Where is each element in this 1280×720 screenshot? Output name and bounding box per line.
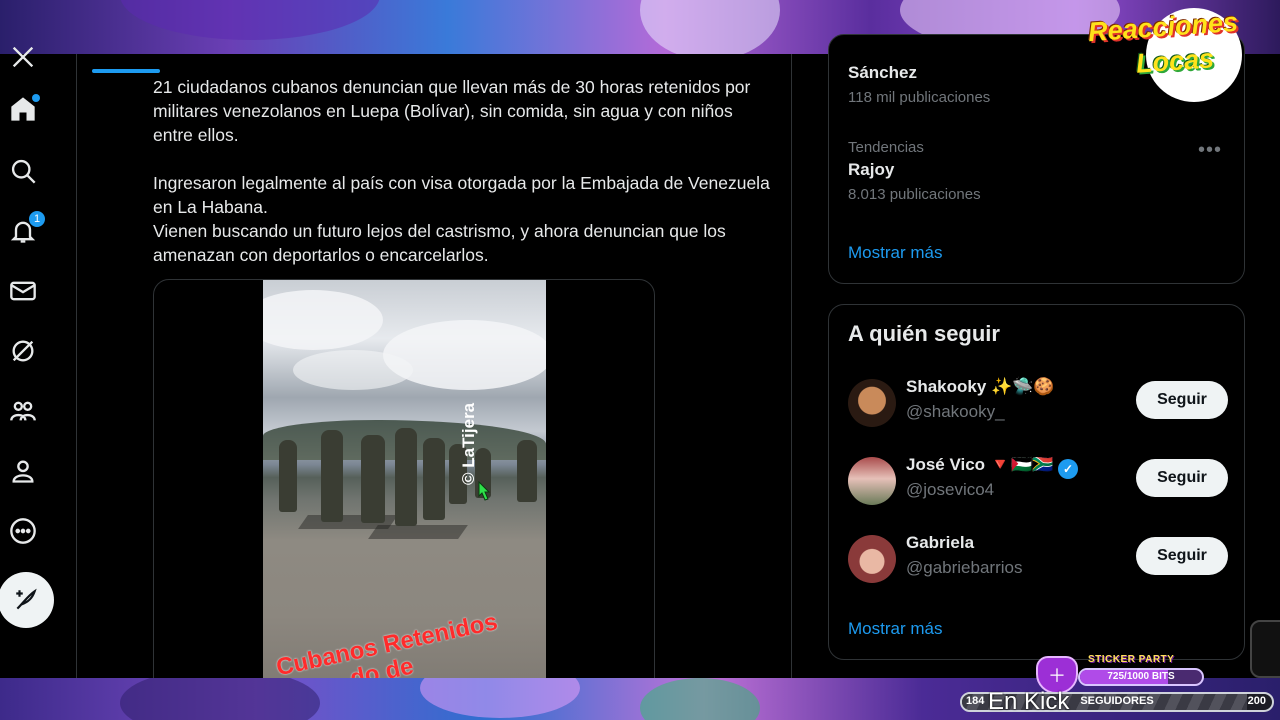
kick-text: En Kick: [988, 688, 1070, 715]
notification-badge: 1: [28, 210, 46, 228]
trend-count: 118 mil publicaciones: [848, 89, 991, 106]
follow-suggestion[interactable]: Shakooky ✨🛸🍪 @shakooky_ Seguir: [848, 377, 1228, 429]
user-handle: @josevico4: [906, 480, 995, 499]
trend-more-icon[interactable]: •••: [1198, 139, 1222, 162]
home-unread-dot: [32, 94, 40, 102]
avatar: [848, 535, 896, 583]
tweet-paragraph-2: Ingresaron legalmente al país con visa o…: [153, 173, 770, 217]
x-logo-icon[interactable]: [4, 38, 42, 76]
communities-icon[interactable]: [4, 392, 42, 430]
video-watermark: © LaTijera: [459, 402, 478, 485]
follow-button[interactable]: Seguir: [1136, 537, 1228, 575]
search-icon[interactable]: [4, 152, 42, 190]
grok-icon[interactable]: [4, 332, 42, 370]
user-name: José Vico 🔻🇵🇸🇿🇦 ✓: [906, 455, 1079, 479]
sticker-progress-text: 725/1000 BITS: [1107, 671, 1175, 682]
main-column: 21 ciudadanos cubanos denuncian que llev…: [76, 54, 792, 678]
trends-show-more-link[interactable]: Mostrar más: [848, 243, 942, 263]
verified-badge-icon: ✓: [1058, 459, 1079, 479]
who-to-follow-title: A quién seguir: [848, 321, 1000, 346]
trend-category: Tendencias: [848, 139, 924, 156]
sticker-title: STICKER PARTY: [1088, 654, 1175, 665]
user-name: Gabriela: [906, 533, 975, 552]
trend-count: 8.013 publicaciones: [848, 186, 981, 203]
tweet-video[interactable]: © LaTijera Cubanos Retenidos do de: [153, 279, 655, 678]
avatar: [848, 457, 896, 505]
who-to-follow-card: A quién seguir Shakooky ✨🛸🍪 @shakooky_ S…: [828, 304, 1245, 660]
x-app: 1 21 ciudadanos cubanos denuncian que ll…: [0, 34, 1280, 678]
trend-item[interactable]: Tendencias Rajoy 8.013 publicaciones: [848, 139, 1228, 203]
follow-button[interactable]: Seguir: [1136, 459, 1228, 497]
mail-icon[interactable]: [4, 272, 42, 310]
avatar: [848, 379, 896, 427]
sticker-progress-bar: 725/1000 BITS: [1078, 668, 1204, 686]
tweet-paragraph-1: 21 ciudadanos cubanos denuncian que llev…: [153, 77, 751, 145]
follow-show-more-link[interactable]: Mostrar más: [848, 619, 942, 639]
video-frame[interactable]: © LaTijera Cubanos Retenidos do de: [263, 280, 546, 678]
followers-goal: 200: [1247, 695, 1266, 707]
trend-name: Rajoy: [848, 160, 895, 179]
more-icon[interactable]: [4, 512, 42, 550]
channel-logo: Reacciones Locas: [1086, 2, 1276, 102]
trend-item-partial[interactable]: Sánchez 118 mil publicaciones: [848, 63, 990, 106]
profile-icon[interactable]: [4, 452, 42, 490]
post-button[interactable]: [0, 572, 54, 628]
post-icon: [16, 588, 37, 610]
video-caption: Cubanos Retenidos do de: [273, 608, 500, 678]
user-handle: @gabriebarrios: [906, 558, 1023, 577]
user-name: Shakooky ✨🛸🍪: [906, 377, 1055, 396]
active-tab-indicator: [92, 69, 160, 73]
follow-suggestion[interactable]: José Vico 🔻🇵🇸🇿🇦 ✓ @josevico4 Seguir: [848, 455, 1228, 507]
left-nav: 1: [0, 46, 76, 678]
tweet-text: 21 ciudadanos cubanos denuncian que llev…: [153, 75, 773, 291]
corner-widget-icon: [1250, 620, 1280, 678]
tweet-paragraph-3: Vienen buscando un futuro lejos del cast…: [153, 221, 726, 265]
trend-name: Sánchez: [848, 63, 917, 82]
home-icon[interactable]: [4, 90, 42, 128]
right-sidebar: Sánchez 118 mil publicaciones Tendencias…: [828, 34, 1246, 678]
follow-suggestion[interactable]: Gabriela @gabriebarrios Seguir: [848, 533, 1228, 585]
mouse-cursor-icon: [478, 480, 491, 501]
user-handle: @shakooky_: [906, 402, 1005, 421]
bell-icon[interactable]: 1: [4, 210, 46, 250]
follow-button[interactable]: Seguir: [1136, 381, 1228, 419]
